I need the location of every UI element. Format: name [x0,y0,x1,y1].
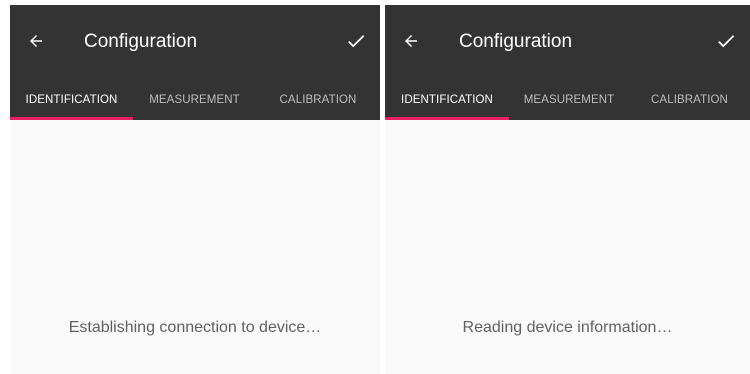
config-screen-reading: Configuration IDENTIFICATION MEASUREMENT… [385,5,750,374]
check-icon [718,35,735,48]
toolbar: Configuration [385,5,750,79]
content-area: Reading device information… [385,120,750,374]
status-message: Reading device information… [462,319,673,336]
tab-calibration[interactable]: CALIBRATION [256,79,380,120]
content-area: Establishing connection to device… [10,120,380,374]
app-bar: Configuration IDENTIFICATION MEASUREMENT… [385,5,750,120]
tab-bar: IDENTIFICATION MEASUREMENT CALIBRATION [10,79,380,120]
toolbar: Configuration [10,5,380,79]
arrow-left-icon [405,35,417,47]
back-button[interactable] [397,27,425,55]
app-bar: Configuration IDENTIFICATION MEASUREMENT… [10,5,380,120]
back-button[interactable] [22,27,50,55]
confirm-button[interactable] [712,27,740,55]
tab-bar: IDENTIFICATION MEASUREMENT CALIBRATION [385,79,750,120]
arrow-left-icon [30,35,42,47]
config-screen-connecting: Configuration IDENTIFICATION MEASUREMENT… [10,5,380,374]
tab-identification[interactable]: IDENTIFICATION [385,79,509,120]
tab-calibration[interactable]: CALIBRATION [629,79,750,120]
status-message: Establishing connection to device… [68,319,322,336]
page-title: Configuration [459,31,573,52]
confirm-button[interactable] [342,27,370,55]
page-title: Configuration [84,31,198,52]
tab-measurement[interactable]: MEASUREMENT [133,79,256,120]
check-icon [348,35,365,48]
tab-measurement[interactable]: MEASUREMENT [509,79,629,120]
tab-identification[interactable]: IDENTIFICATION [10,79,133,120]
